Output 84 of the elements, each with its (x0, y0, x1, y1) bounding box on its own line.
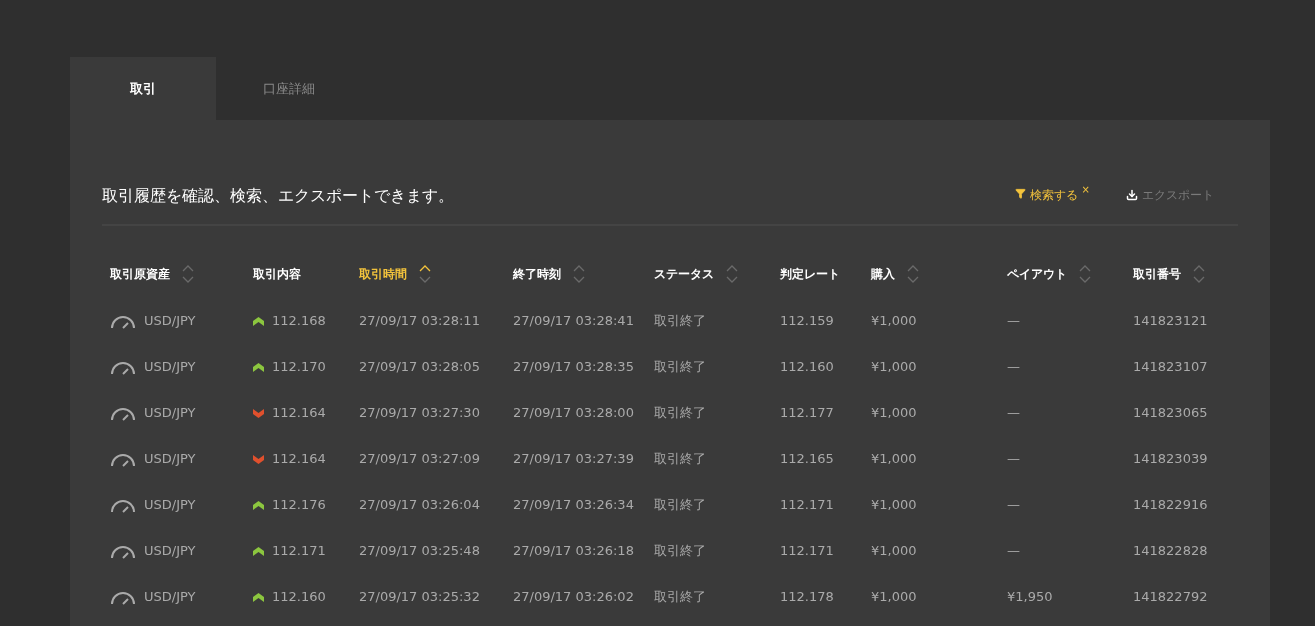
table-cell-text: ¥1,000 (871, 312, 918, 331)
table-cell-text: 27/09/17 03:28:11 (359, 312, 481, 331)
table-cell-text: 112.160 (780, 358, 835, 377)
table-cell-text: 取引終了 (654, 312, 707, 331)
table-cell-text: 112.164 (272, 450, 326, 469)
gauge-icon (110, 543, 136, 559)
table-cell-text: 27/09/17 03:27:39 (513, 450, 635, 469)
column-header[interactable]: 購入 (871, 265, 919, 283)
table-cell-text: 112.171 (272, 542, 326, 561)
table-cell-text: 27/09/17 03:26:02 (513, 588, 635, 607)
table-cell-text: 27/09/17 03:28:05 (359, 358, 481, 377)
table-cell-text: 27/09/17 03:28:35 (513, 358, 635, 377)
table-cell-text: 27/09/17 03:27:09 (359, 450, 481, 469)
column-header[interactable]: 終了時刻 (513, 265, 585, 283)
table-cell-text: — (1007, 358, 1021, 377)
table-cell-text: 取引終了 (654, 358, 707, 377)
table-cell-text: ¥1,000 (871, 358, 918, 377)
table-cell-text: ¥1,000 (871, 404, 918, 423)
gauge-icon (110, 359, 136, 375)
table-cell-text: 112.170 (272, 358, 326, 377)
table-cell-text: 112.178 (780, 588, 835, 607)
table-cell-text: 27/09/17 03:25:48 (359, 542, 481, 561)
gauge-icon (110, 405, 136, 421)
column-header[interactable]: ステータス (654, 265, 738, 283)
column-header[interactable]: ペイアウト (1007, 265, 1091, 283)
table-cell-text: 112.165 (780, 450, 835, 469)
table-cell-text: 取引終了 (654, 404, 707, 423)
table-cell-text: — (1007, 450, 1021, 469)
gauge-icon (110, 313, 136, 329)
table-cell-text: 取引終了 (654, 588, 707, 607)
table-cell-text: USD/JPY (144, 588, 196, 607)
table-cell-text: 27/09/17 03:27:30 (359, 404, 481, 423)
table-cell-text: 27/09/17 03:25:32 (359, 588, 481, 607)
table-cell-text: 27/09/17 03:28:41 (513, 312, 635, 331)
table-cell-text: USD/JPY (144, 496, 196, 515)
table-cell-text: ¥1,950 (1007, 588, 1054, 607)
sort-icon[interactable] (419, 265, 431, 283)
column-header[interactable]: 取引原資産 (110, 265, 194, 283)
table-cell-text: 112.160 (272, 588, 326, 607)
table-cell-text: 取引終了 (654, 542, 707, 561)
gauge-icon (110, 589, 136, 605)
table-cell-text: USD/JPY (144, 404, 196, 423)
table-cell-text: 112.159 (780, 312, 835, 331)
table-cell-text: — (1007, 312, 1021, 331)
table-cell-text: 27/09/17 03:26:18 (513, 542, 635, 561)
gauge-icon (110, 497, 136, 513)
table-cell-text: 112.176 (272, 496, 326, 515)
table-cell-text: 取引終了 (654, 496, 707, 515)
table-cell-text: ¥1,000 (871, 450, 918, 469)
table-cell-text: 112.168 (272, 312, 326, 331)
table-cell-text: 141822828 (1133, 542, 1209, 561)
table-cell-text: 27/09/17 03:26:34 (513, 496, 635, 515)
table-cell-text: ¥1,000 (871, 542, 918, 561)
column-header[interactable]: 取引番号 (1133, 265, 1205, 283)
table-cell-text: 取引終了 (654, 450, 707, 469)
table-cell-text: 27/09/17 03:26:04 (359, 496, 481, 515)
table-cell-text: USD/JPY (144, 450, 196, 469)
table-cell-text: USD/JPY (144, 542, 196, 561)
table-cell-text: 112.171 (780, 542, 835, 561)
table-cell-text: 141822916 (1133, 496, 1209, 515)
table-cell-text: 141823039 (1133, 450, 1209, 469)
table-cell-text: 112.171 (780, 496, 835, 515)
table-cell-text: — (1007, 542, 1021, 561)
table-cell-text: 141823107 (1133, 358, 1209, 377)
column-header[interactable]: 取引時間 (359, 265, 431, 283)
column-header[interactable]: 判定レート (780, 265, 840, 283)
download-icon (1126, 189, 1138, 201)
table-cell-text: — (1007, 404, 1021, 423)
table-cell-text: 112.164 (272, 404, 326, 423)
table-cell-text: USD/JPY (144, 358, 196, 377)
table-cell-text: 27/09/17 03:28:00 (513, 404, 635, 423)
tab[interactable]: 取引 (70, 57, 216, 120)
gauge-icon (110, 451, 136, 467)
table-cell-text: ¥1,000 (871, 496, 918, 515)
table-cell-text: USD/JPY (144, 312, 196, 331)
table-cell-text: 141823065 (1133, 404, 1209, 423)
filter-icon (1014, 188, 1026, 199)
description-text: 取引履歴を確認、検索、エクスポートできます。 (102, 185, 454, 207)
column-header[interactable]: 取引内容 (253, 265, 301, 283)
table-cell-text: 141822792 (1133, 588, 1209, 607)
table-cell-text: 112.177 (780, 404, 835, 423)
table-cell-text: — (1007, 496, 1021, 515)
table-cell-text: ¥1,000 (871, 588, 918, 607)
table-cell-text: 141823121 (1133, 312, 1209, 331)
